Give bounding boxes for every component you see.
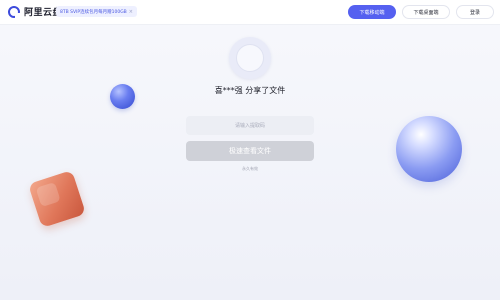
aliyun-drive-logo-icon <box>8 5 20 18</box>
download-mobile-button[interactable]: 下载移动端 <box>348 5 396 19</box>
download-desktop-button[interactable]: 下载桌面端 <box>402 5 450 19</box>
top-navigation-bar: 阿里云盘 8TB SVIP连续包月每月赠100GB × 下载移动端 下载桌面端 … <box>0 0 500 25</box>
extraction-code-input[interactable] <box>186 116 314 135</box>
decorative-blue-sphere-large <box>396 116 462 182</box>
expiry-text: 永久有效 <box>242 166 258 171</box>
logo[interactable]: 阿里云盘 <box>8 5 62 18</box>
share-title: 喜***强 分享了文件 <box>214 86 286 95</box>
view-files-button[interactable]: 极速查看文件 <box>186 141 314 161</box>
avatar <box>229 37 271 79</box>
close-icon[interactable]: × <box>129 9 133 15</box>
login-button[interactable]: 登录 <box>456 5 494 19</box>
decorative-orange-cube <box>28 170 86 228</box>
promo-banner[interactable]: 8TB SVIP连续包月每月赠100GB × <box>56 6 137 17</box>
decorative-blue-sphere-small <box>110 84 135 109</box>
promo-text: 8TB SVIP连续包月每月赠100GB <box>60 9 127 15</box>
avatar-placeholder-icon <box>236 44 264 72</box>
